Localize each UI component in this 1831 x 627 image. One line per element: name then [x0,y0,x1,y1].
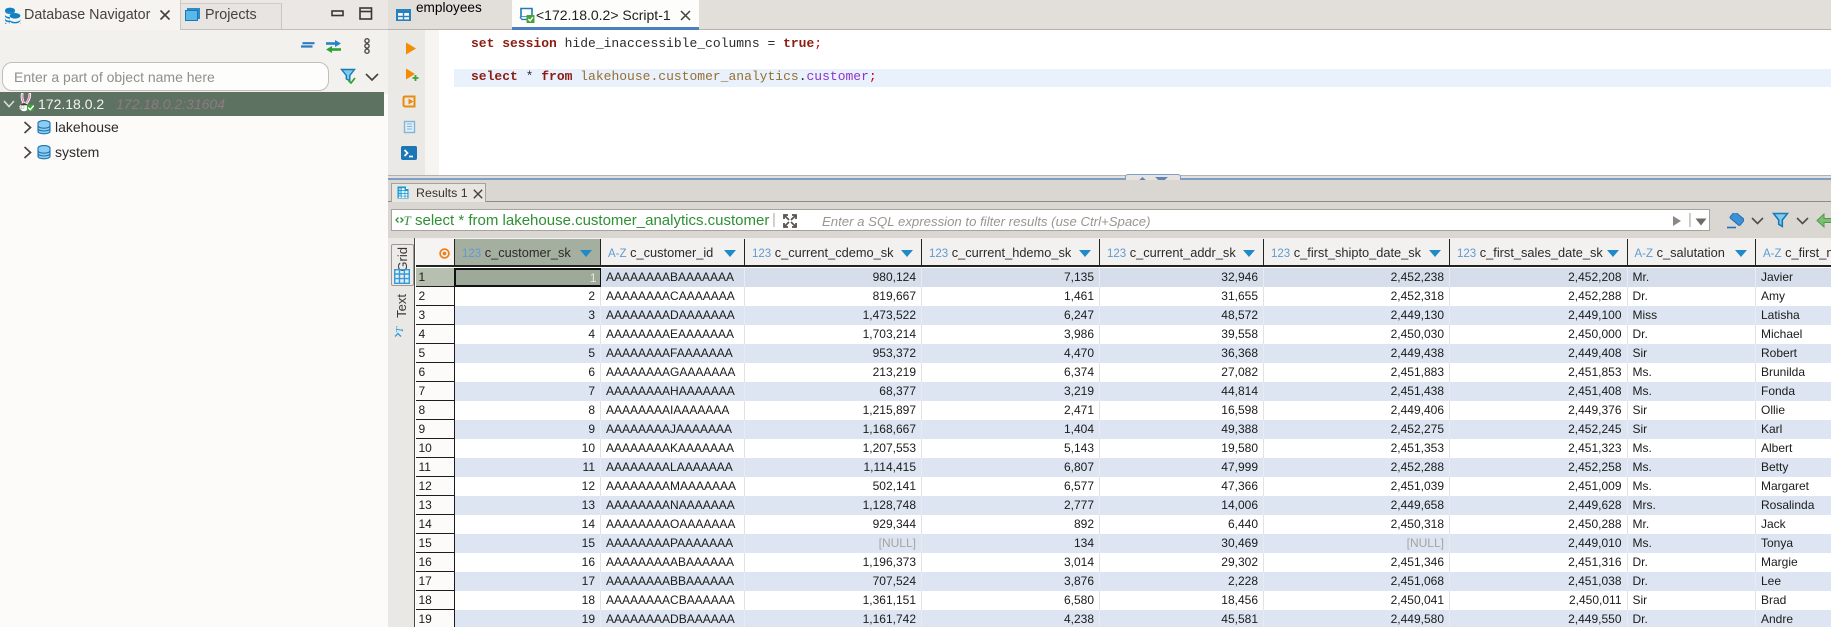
svg-text:T: T [404,213,412,228]
svg-text:T: T [394,326,406,333]
